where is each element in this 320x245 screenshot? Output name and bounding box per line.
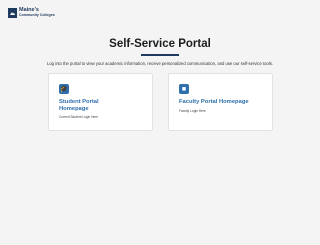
briefcase-icon: ■ (179, 84, 189, 94)
page-title: Self-Service Portal (109, 38, 211, 50)
student-portal-card[interactable]: 🎓 Student Portal Homepage Current Studen… (48, 73, 153, 131)
logo-line2: Community Colleges (19, 12, 55, 17)
student-portal-subtitle: Current Student Login Here (59, 115, 98, 120)
page: Maine's Community Colleges Self-Service … (0, 0, 320, 245)
logo-text: Maine's Community Colleges (19, 8, 55, 17)
faculty-portal-subtitle: Faculty Login Here (179, 108, 206, 113)
student-portal-title[interactable]: Student Portal Homepage (59, 99, 129, 112)
faculty-portal-card[interactable]: ■ Faculty Portal Homepage Faculty Login … (168, 73, 273, 131)
title-underline (141, 54, 179, 56)
mountain-logo-icon (8, 8, 17, 18)
logo[interactable]: Maine's Community Colleges (8, 8, 55, 18)
faculty-portal-title[interactable]: Faculty Portal Homepage (179, 99, 249, 106)
graduation-cap-icon: 🎓 (59, 84, 69, 94)
intro-text: Log into the portal to view your academi… (46, 61, 273, 66)
